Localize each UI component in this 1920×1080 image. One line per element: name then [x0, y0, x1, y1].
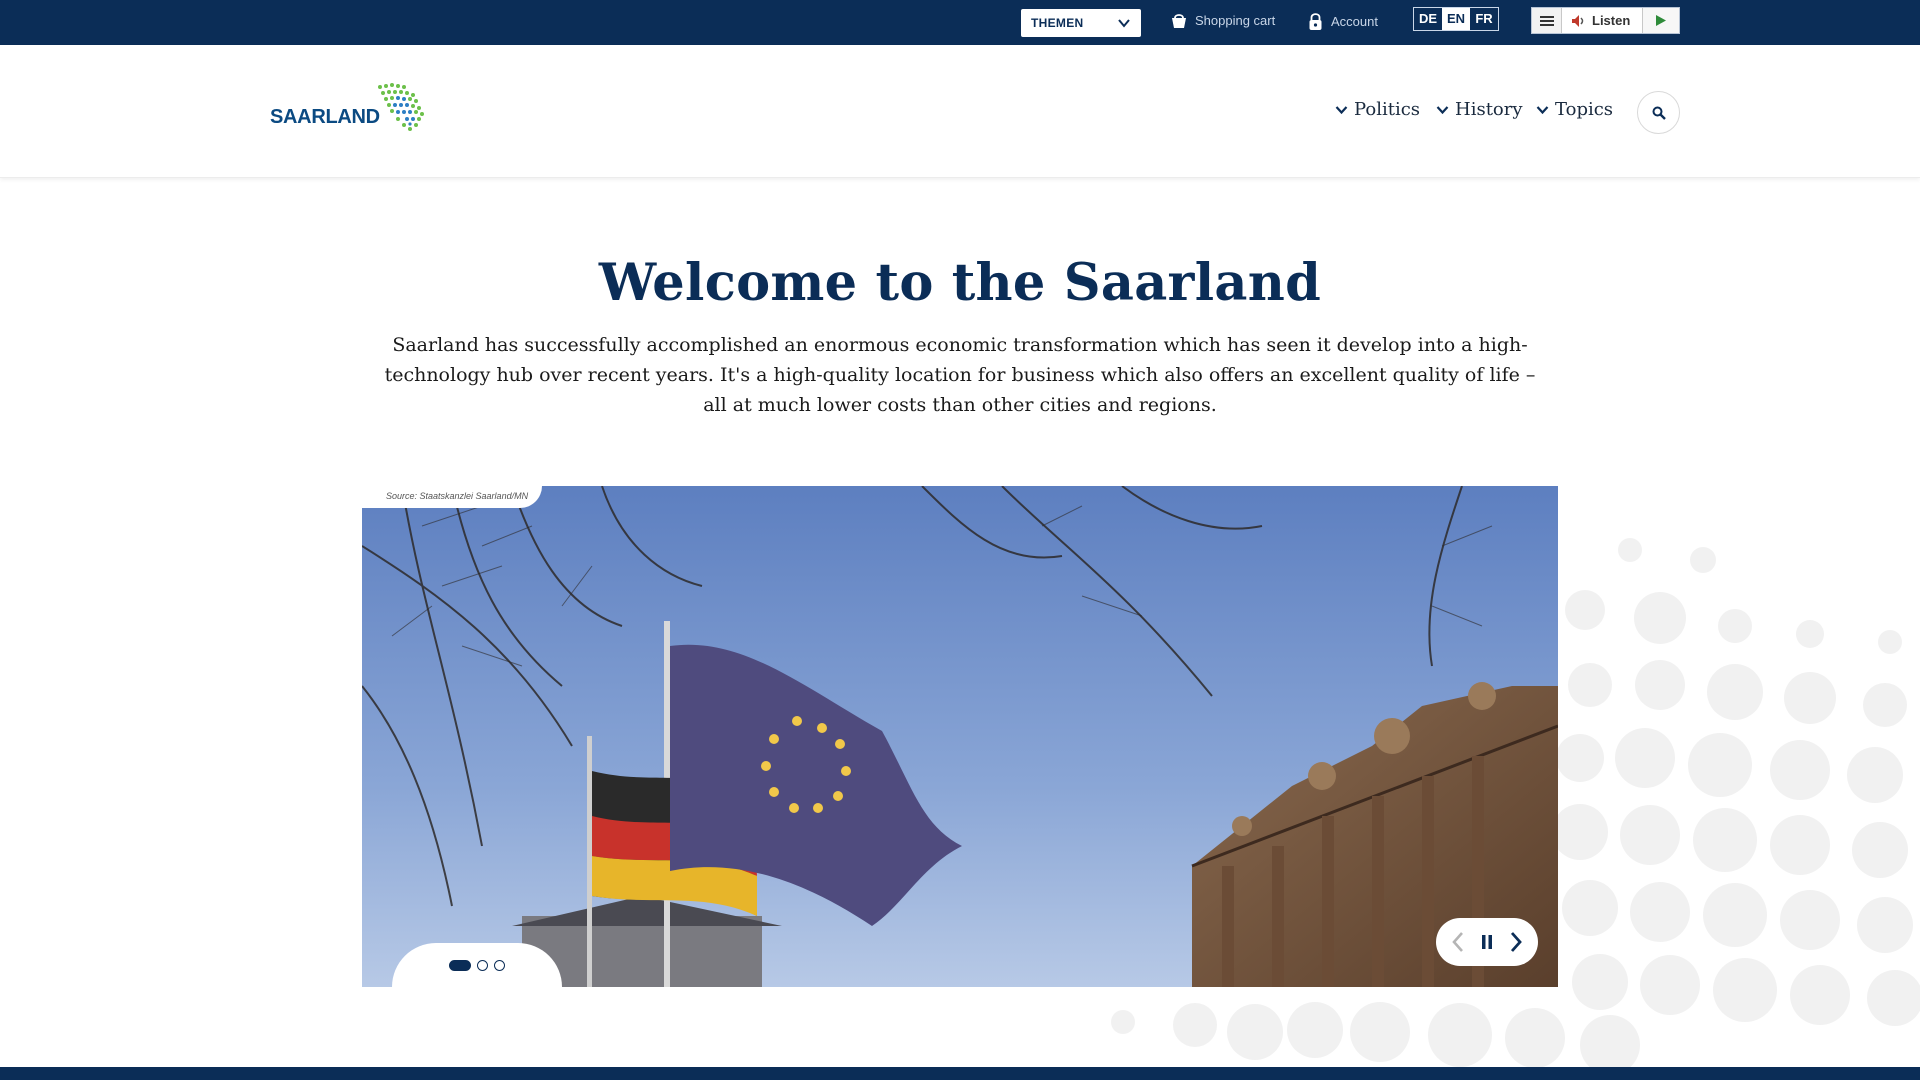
- top-bar: THEMEN Shopping cart Account DE EN FR Li…: [0, 0, 1920, 45]
- image-source: Source: Staatskanzlei Saarland/MN: [362, 486, 543, 508]
- flags-photo: [362, 486, 1558, 987]
- chevron-left-icon: [1452, 932, 1464, 952]
- chevron-right-icon: [1510, 932, 1522, 952]
- prev-slide-button[interactable]: [1444, 928, 1472, 956]
- speaker-icon: [1572, 14, 1584, 27]
- readspeaker-menu-button[interactable]: [1532, 8, 1562, 33]
- account-label: Account: [1331, 14, 1378, 29]
- listen-label: Listen: [1592, 13, 1631, 28]
- slide-dot-1[interactable]: [449, 959, 471, 971]
- slide-dot-2[interactable]: [477, 959, 488, 971]
- language-switcher: DE EN FR: [1413, 7, 1499, 31]
- nav-label: History: [1455, 99, 1523, 120]
- chevron-down-icon: [1335, 105, 1348, 114]
- search-icon: [1652, 106, 1666, 120]
- lang-de[interactable]: DE: [1414, 8, 1442, 30]
- nav-politics[interactable]: Politics: [1335, 99, 1420, 120]
- nav-topics[interactable]: Topics: [1536, 99, 1613, 120]
- lang-en[interactable]: EN: [1442, 8, 1470, 30]
- pause-button[interactable]: [1473, 928, 1501, 956]
- menu-icon: [1539, 15, 1554, 26]
- image-slider: Source: Staatskanzlei Saarland/MN: [362, 486, 1558, 987]
- shopping-cart-label: Shopping cart: [1195, 13, 1276, 28]
- footer-strip: [0, 1067, 1920, 1080]
- slider-controls: [1436, 918, 1538, 966]
- page-title: Welcome to the Saarland: [598, 253, 1322, 313]
- themen-label: THEMEN: [1031, 16, 1084, 30]
- intro-paragraph: Saarland has successfully accomplished a…: [384, 334, 1536, 416]
- account-link[interactable]: Account: [1308, 12, 1378, 31]
- shopping-bag-icon: [1172, 14, 1186, 28]
- play-icon: [1656, 15, 1666, 26]
- logo-text: SAARLAND: [270, 106, 380, 128]
- nav-label: Topics: [1555, 99, 1614, 120]
- readspeaker-bar: Listen: [1531, 7, 1680, 34]
- site-header: SAARLAND Politics History Topics: [0, 45, 1920, 178]
- nav-label: Politics: [1354, 99, 1421, 120]
- play-button[interactable]: [1642, 8, 1679, 33]
- nav-history[interactable]: History: [1436, 99, 1523, 120]
- search-button[interactable]: [1637, 91, 1680, 134]
- saarland-logo[interactable]: SAARLAND: [268, 81, 438, 141]
- next-slide-button[interactable]: [1502, 928, 1530, 956]
- lang-fr[interactable]: FR: [1470, 8, 1498, 30]
- slider-pagination: [392, 943, 562, 987]
- pause-icon: [1481, 935, 1492, 949]
- listen-button[interactable]: Listen: [1562, 8, 1642, 33]
- shopping-cart-link[interactable]: Shopping cart: [1171, 12, 1275, 29]
- lock-icon: [1309, 13, 1322, 30]
- themen-dropdown[interactable]: THEMEN: [1021, 9, 1141, 37]
- slide-dot-3[interactable]: [494, 959, 505, 971]
- chevron-down-icon: [1118, 19, 1130, 28]
- chevron-down-icon: [1436, 105, 1449, 114]
- chevron-down-icon: [1536, 105, 1549, 114]
